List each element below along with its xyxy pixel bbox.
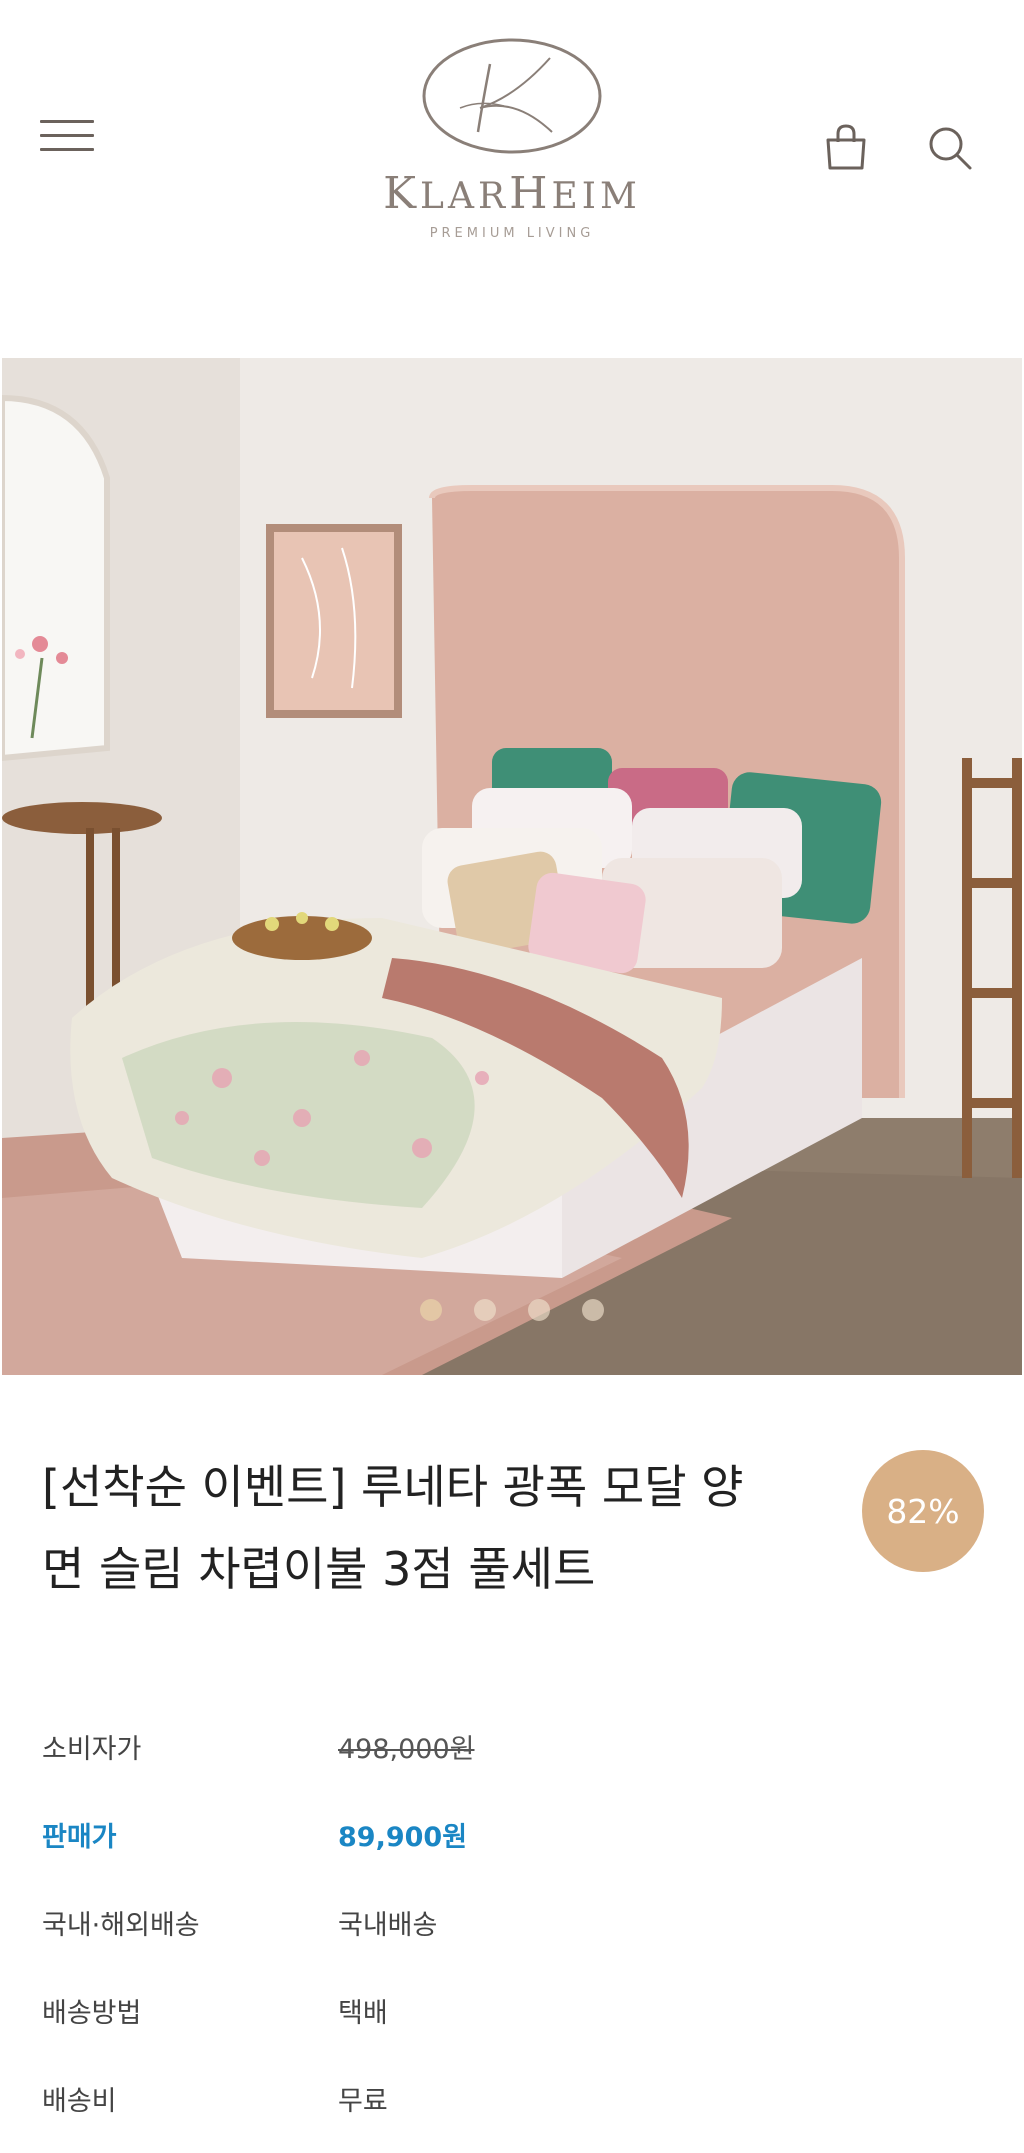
product-title-line-2: 면 슬림 차렵이불 3점 풀세트: [42, 1542, 596, 1596]
logo-tagline: PREMIUM LIVING: [429, 226, 595, 241]
carousel-dots: [2, 1299, 1022, 1321]
sale-price-label: 판매가: [42, 1821, 117, 1853]
header: KLARHEIM PREMIUM LIVING: [0, 0, 1024, 358]
info-row-shipping-method: 배송방법 택배: [42, 1966, 982, 2054]
product-title-line-1: [선착순 이벤트] 루네타 광폭 모달 양: [42, 1460, 744, 1514]
info-row-shipping-region: 국내·해외배송 국내배송: [42, 1878, 982, 1966]
shopping-bag-icon[interactable]: [820, 122, 872, 174]
shipping-fee-value: 무료: [338, 2085, 388, 2117]
product-title: [선착순 이벤트] 루네타 광폭 모달 양 면 슬림 차렵이불 3점 풀세트: [42, 1446, 842, 1610]
sale-price-value: 89,900원: [338, 1821, 468, 1853]
product-image-carousel[interactable]: [2, 358, 1022, 1375]
logo-emblem-icon: [422, 38, 602, 154]
product-info-table: 소비자가 498,000원 판매가 89,900원 국내·해외배송 국내배송 배…: [42, 1702, 982, 2142]
hamburger-menu-icon[interactable]: [40, 118, 96, 154]
list-price-value: 498,000원: [338, 1733, 475, 1765]
product-photo: [2, 358, 1022, 1375]
search-icon[interactable]: [924, 122, 976, 174]
discount-badge: 82%: [862, 1450, 984, 1572]
product-title-block: [선착순 이벤트] 루네타 광폭 모달 양 면 슬림 차렵이불 3점 풀세트: [42, 1446, 842, 1610]
carousel-dot-4[interactable]: [582, 1299, 604, 1321]
shipping-region-value: 국내배송: [338, 1909, 438, 1941]
info-row-shipping-fee: 배송비 무료: [42, 2054, 982, 2142]
shipping-method-value: 택배: [338, 1997, 388, 2029]
shipping-method-label: 배송방법: [42, 1997, 142, 2029]
logo-wordmark: KLARHEIM: [383, 168, 641, 219]
brand-logo[interactable]: KLARHEIM PREMIUM LIVING: [360, 36, 664, 266]
list-price-label: 소비자가: [42, 1733, 142, 1765]
carousel-dot-3[interactable]: [528, 1299, 550, 1321]
shipping-fee-label: 배송비: [42, 2085, 117, 2117]
carousel-dot-2[interactable]: [474, 1299, 496, 1321]
carousel-dot-1[interactable]: [420, 1299, 442, 1321]
info-row-list-price: 소비자가 498,000원: [42, 1702, 982, 1790]
shipping-region-label: 국내·해외배송: [42, 1909, 200, 1941]
info-row-sale-price: 판매가 89,900원: [42, 1790, 982, 1878]
